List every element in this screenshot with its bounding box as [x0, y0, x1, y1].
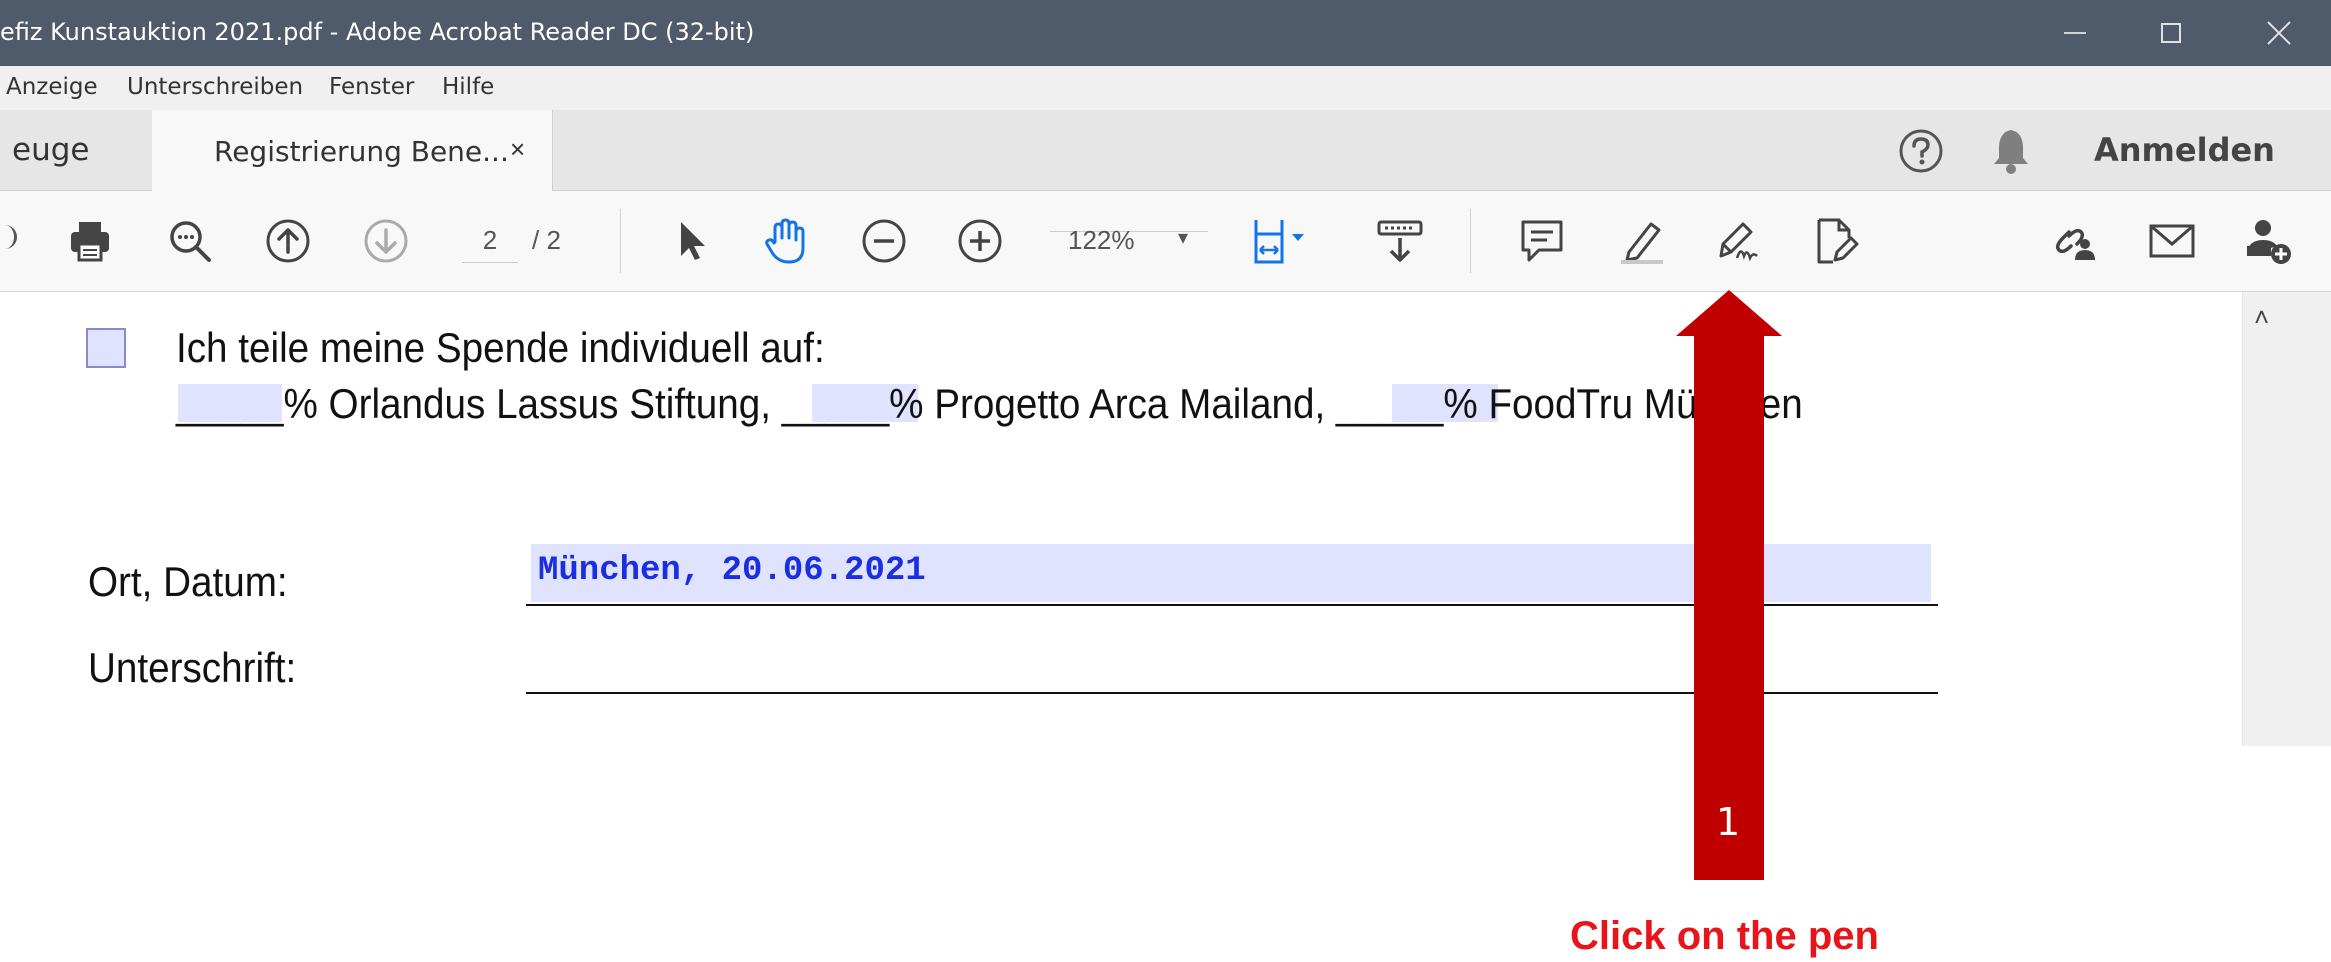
print-icon — [71, 222, 109, 262]
maximize-button[interactable] — [2136, 0, 2206, 66]
place-date-label: Ort, Datum: — [88, 558, 288, 605]
page-number-input[interactable]: 2 — [462, 225, 518, 263]
notifications-button[interactable] — [1988, 126, 2034, 176]
tab-tools[interactable]: euge — [0, 110, 153, 190]
email-button[interactable] — [2144, 213, 2200, 269]
vertical-scrollbar[interactable] — [2242, 292, 2331, 746]
add-user-icon — [2247, 220, 2291, 264]
print-button[interactable] — [62, 213, 118, 269]
share-link-icon — [2055, 228, 2095, 260]
share-link-button[interactable] — [2046, 213, 2102, 269]
toolbar-divider — [620, 209, 621, 273]
zoom-in-icon — [958, 219, 1002, 263]
scroll-mode-button[interactable] — [1372, 213, 1428, 269]
zoom-search-icon — [170, 221, 211, 262]
menu-unterschreiben[interactable]: Unterschreiben — [127, 74, 303, 100]
red-arrow-annotation — [1676, 290, 1782, 880]
close-icon — [2267, 21, 2291, 45]
help-button[interactable] — [1898, 128, 1944, 174]
highlight-button[interactable] — [1614, 213, 1670, 269]
tab-document-label: Registrierung Bene... — [214, 135, 509, 168]
toolbar-divider — [1470, 209, 1471, 273]
comment-icon — [1521, 220, 1563, 262]
scroll-mode-icon — [1377, 220, 1423, 262]
maximize-icon — [2161, 23, 2181, 43]
page-down-icon — [364, 219, 408, 263]
previous-page-button[interactable] — [260, 213, 316, 269]
step-number: 1 — [1716, 800, 1741, 844]
zoom-in-button[interactable] — [952, 213, 1008, 269]
checkbox-label: Ich teile meine Spende individuell auf: — [176, 324, 825, 371]
split-donation-checkbox[interactable] — [86, 328, 126, 368]
menu-anzeige[interactable]: Anzeige — [6, 74, 98, 100]
signature-label: Unterschrift: — [88, 644, 297, 691]
tab-close-button[interactable]: × — [510, 134, 525, 165]
minimize-button[interactable] — [2040, 0, 2110, 66]
window-title: efiz Kunstauktion 2021.pdf - Adobe Acrob… — [0, 18, 755, 46]
tab-bar: euge Registrierung Bene... × Anmelden — [0, 110, 2331, 191]
hand-icon — [765, 218, 805, 264]
close-window-button[interactable] — [2244, 0, 2314, 66]
title-bar: efiz Kunstauktion 2021.pdf - Adobe Acrob… — [0, 0, 2331, 66]
toolbar: 2 / 2 122% ▾ — [0, 191, 2331, 292]
zoom-out-icon — [862, 219, 906, 263]
page-up-icon — [266, 219, 310, 263]
chevron-down-icon: ▾ — [1178, 227, 1189, 249]
add-user-button[interactable] — [2240, 213, 2296, 269]
find-button[interactable] — [162, 213, 218, 269]
edit-pdf-button[interactable] — [1806, 213, 1862, 269]
zoom-select[interactable]: 122% ▾ — [1050, 225, 1208, 255]
select-arrow-icon — [681, 222, 705, 260]
partial-tool-icon[interactable] — [4, 225, 17, 249]
fit-page-button[interactable] — [1248, 213, 1324, 269]
donation-split-text: _____% Orlandus Lassus Stiftung, _____% … — [176, 380, 1803, 427]
fill-sign-pen-icon — [1719, 222, 1758, 262]
place-date-value: München, 20.06.2021 — [538, 552, 926, 590]
document-view[interactable]: ˄ Ich teile meine Spende individuell auf… — [0, 292, 2331, 962]
zoom-out-button[interactable] — [856, 213, 912, 269]
fill-and-sign-button[interactable] — [1710, 213, 1766, 269]
fit-page-icon — [1254, 220, 1304, 264]
menu-bar: Anzeige Unterschreiben Fenster Hilfe — [0, 66, 2331, 110]
menu-fenster[interactable]: Fenster — [329, 74, 414, 100]
minimize-icon — [2064, 32, 2086, 34]
email-icon — [2149, 224, 2195, 258]
sign-in-link[interactable]: Anmelden — [2094, 131, 2275, 169]
select-tool-button[interactable] — [664, 213, 720, 269]
highlight-icon — [1621, 222, 1663, 264]
help-icon — [1899, 129, 1943, 173]
bell-icon — [1994, 130, 2028, 174]
comment-button[interactable] — [1514, 213, 1570, 269]
next-page-button[interactable] — [358, 213, 414, 269]
tab-tools-label: euge — [12, 132, 90, 168]
zoom-value: 122% — [1068, 225, 1135, 255]
tab-document[interactable]: Registrierung Bene... × — [152, 110, 553, 191]
instruction-text: Click on the pen — [1570, 914, 1879, 958]
page-total: / 2 — [532, 225, 561, 255]
menu-hilfe[interactable]: Hilfe — [442, 74, 494, 100]
hand-tool-button[interactable] — [758, 213, 814, 269]
scroll-up-icon[interactable]: ˄ — [2254, 302, 2269, 333]
edit-pdf-icon — [1817, 218, 1859, 264]
